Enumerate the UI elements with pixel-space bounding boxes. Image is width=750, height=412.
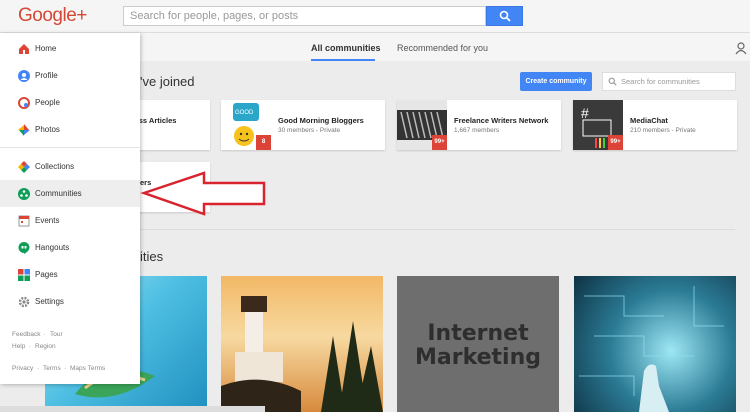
community-name: MediaChat — [630, 116, 668, 125]
privacy-link[interactable]: Privacy — [12, 365, 33, 372]
footer-dot: · — [64, 365, 67, 372]
search-input[interactable]: Search for people, pages, or posts — [123, 6, 486, 26]
sidebar-item-label: Profile — [35, 71, 58, 80]
sidebar-item-collections[interactable]: Collections — [0, 153, 140, 180]
sidebar-item-label: Home — [35, 44, 57, 53]
sidebar-item-label: People — [35, 98, 60, 107]
sidebar-divider — [0, 147, 140, 148]
sidebar-item-hangouts[interactable]: Hangouts — [0, 234, 140, 261]
community-image-card[interactable]: Internet Marketing — [397, 276, 559, 412]
sidebar-item-settings[interactable]: Settings — [0, 288, 140, 315]
community-search-placeholder: Search for communities — [621, 77, 700, 86]
section-divider — [45, 229, 735, 230]
people-icon — [18, 97, 30, 109]
horizontal-scrollbar[interactable] — [0, 406, 265, 412]
profile-icon — [18, 70, 30, 82]
feedback-link[interactable]: Feedback — [12, 331, 41, 338]
sidebar-item-label: Collections — [35, 162, 75, 171]
settings-icon — [18, 296, 30, 308]
sidebar-item-label: Communities — [35, 189, 82, 198]
community-meta: 30 members - Private — [278, 127, 341, 134]
community-name: Good Morning Bloggers — [278, 116, 364, 125]
sidebar-item-people[interactable]: People — [0, 89, 140, 116]
sidebar-item-pages[interactable]: Pages — [0, 261, 140, 288]
sidebar-item-profile[interactable]: Profile — [0, 62, 140, 89]
sidebar-item-label: Photos — [35, 125, 60, 134]
footer-dot: · — [43, 331, 46, 338]
joined-heading: 've joined — [140, 74, 195, 89]
community-name: Freelance Writers Network — [454, 116, 549, 125]
footer-dot: · — [29, 343, 32, 350]
terms-link[interactable]: Terms — [43, 365, 61, 372]
sidebar-item-label: Hangouts — [35, 243, 70, 252]
community-card[interactable]: GOOD 8 Good Morning Bloggers 30 members … — [221, 100, 385, 150]
notification-badge: 99+ — [608, 135, 623, 150]
svg-text:GOOD: GOOD — [235, 110, 254, 116]
search-button[interactable] — [486, 6, 523, 26]
footer-dot: · — [37, 365, 40, 372]
photos-icon — [18, 124, 30, 136]
sidebar-item-home[interactable]: Home — [0, 35, 140, 62]
community-card[interactable]: 99+ Freelance Writers Network 1,667 memb… — [397, 100, 561, 150]
top-bar: Google+ Search for people, pages, or pos… — [0, 0, 750, 33]
search-icon — [499, 10, 511, 22]
sidebar-menu: Home Profile People Photos Collections C… — [0, 33, 140, 384]
sidebar-item-label: Events — [35, 216, 60, 225]
home-icon — [19, 44, 29, 54]
create-community-button[interactable]: Create community — [520, 72, 592, 91]
search-icon — [608, 77, 617, 86]
help-link[interactable]: Help — [12, 343, 25, 350]
notifications-icon[interactable] — [734, 41, 748, 55]
recommended-heading: ities — [140, 249, 164, 264]
community-meta: 1,667 members — [454, 127, 500, 134]
tab-all-communities[interactable]: All communities — [311, 43, 381, 53]
notification-badge: 8 — [256, 135, 271, 150]
hangouts-icon — [18, 242, 30, 254]
events-icon — [18, 215, 30, 227]
tour-link[interactable]: Tour — [50, 331, 63, 338]
pages-icon — [18, 269, 30, 281]
internet-marketing-text: Internet Marketing — [414, 321, 542, 370]
community-card[interactable]: # 99+ MediaChat 210 members - Private — [573, 100, 737, 150]
maps-terms-link[interactable]: Maps Terms — [70, 365, 105, 372]
svg-text:#: # — [581, 105, 589, 121]
sidebar-item-label: Pages — [35, 270, 58, 279]
community-meta: 210 members - Private — [630, 127, 696, 134]
community-image-card[interactable] — [574, 276, 736, 412]
community-image-card[interactable] — [221, 276, 383, 412]
communities-icon — [18, 188, 30, 200]
notification-badge: 99+ — [432, 135, 447, 150]
sidebar-item-photos[interactable]: Photos — [0, 116, 140, 143]
region-link[interactable]: Region — [35, 343, 56, 350]
community-search-input[interactable]: Search for communities — [602, 72, 736, 91]
google-plus-logo[interactable]: Google+ — [18, 5, 87, 27]
sidebar-item-communities[interactable]: Communities — [0, 180, 140, 207]
sidebar-item-events[interactable]: Events — [0, 207, 140, 234]
sidebar-item-label: Settings — [35, 297, 64, 306]
annotation-arrow — [140, 171, 266, 216]
tab-recommended[interactable]: Recommended for you — [397, 43, 488, 53]
collections-icon — [18, 161, 30, 173]
